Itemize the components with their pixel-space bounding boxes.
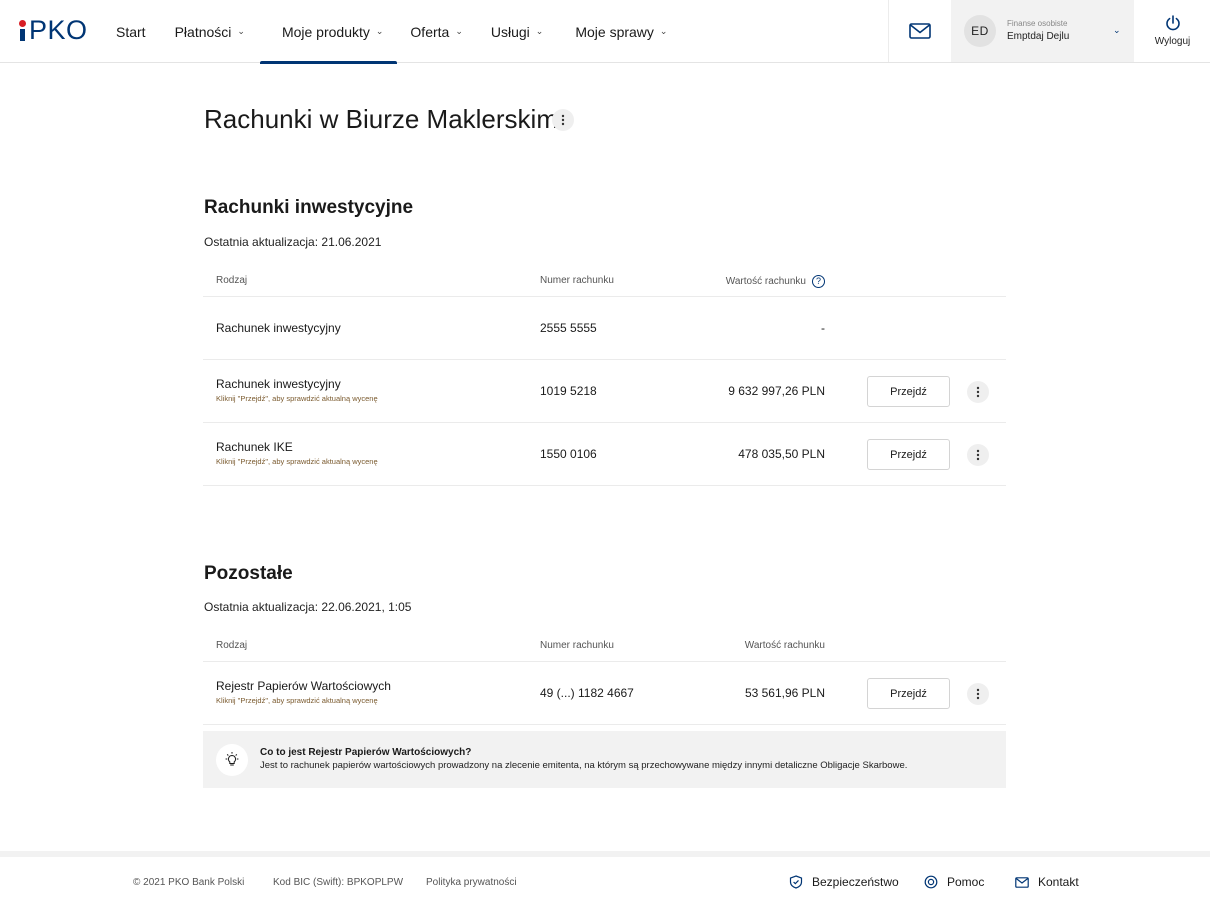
- info-text: Jest to rachunek papierów wartościowych …: [260, 760, 908, 771]
- lifebuoy-icon: [924, 875, 938, 889]
- investment-accounts-table: Rodzaj Numer rachunku Wartość rachunku ?…: [203, 267, 1006, 486]
- footer-help-label: Pomoc: [947, 875, 985, 889]
- chevron-down-icon: ⌄: [659, 26, 668, 36]
- nav-item-start[interactable]: Start: [101, 0, 161, 63]
- profile-context: Finanse osobiste: [1007, 19, 1068, 28]
- account-hint: Kliknij "Przejdź", aby sprawdzić aktualn…: [216, 696, 378, 705]
- power-icon: [1165, 15, 1180, 31]
- row-more-button[interactable]: [967, 381, 989, 403]
- column-header-number: Numer rachunku: [540, 640, 614, 651]
- more-vertical-icon: [561, 114, 565, 126]
- account-number: 2555 5555: [540, 321, 597, 335]
- account-hint: Kliknij "Przejdź", aby sprawdzić aktualn…: [216, 457, 378, 466]
- logout-button[interactable]: Wyloguj: [1135, 0, 1210, 62]
- avatar: ED: [964, 15, 996, 47]
- nav-item-label: Usługi: [490, 23, 530, 40]
- top-bar: PKO Start Płatności ⌄ Moje produkty ⌄ Of…: [0, 0, 1210, 64]
- logout-label: Wyloguj: [1154, 36, 1191, 47]
- footer-bic: Kod BIC (Swift): BPKOPLPW: [273, 877, 404, 888]
- footer-security-link[interactable]: Bezpieczeństwo: [789, 875, 899, 889]
- column-header-value-label: Wartość rachunku: [725, 276, 806, 287]
- column-header-value: Wartość rachunku: [744, 640, 825, 651]
- nav-item-label: Start: [116, 23, 146, 40]
- go-button[interactable]: Przejdź: [867, 376, 950, 407]
- nav-item-label: Oferta: [410, 23, 450, 40]
- messages-button[interactable]: [888, 0, 950, 62]
- page-title: Rachunki w Biurze Maklerskim: [204, 104, 558, 134]
- table-row: Rachunek IKE Kliknij "Przejdź", aby spra…: [203, 423, 1006, 486]
- footer-contact-label: Kontakt: [1038, 875, 1079, 889]
- footer-security-label: Bezpieczeństwo: [812, 875, 899, 889]
- chevron-down-icon: ⌄: [535, 26, 544, 36]
- section-last-update: Ostatnia aktualizacja: 21.06.2021: [204, 235, 382, 249]
- account-name: Rachunek inwestycyjny: [216, 321, 341, 335]
- account-name: Rejestr Papierów Wartościowych: [216, 679, 391, 693]
- footer-privacy-link[interactable]: Polityka prywatności: [426, 877, 517, 888]
- page-more-button[interactable]: [552, 109, 574, 131]
- account-name: Rachunek IKE: [216, 440, 293, 454]
- table-header: Rodzaj Numer rachunku Wartość rachunku ?: [203, 267, 1006, 297]
- nav-item-platnosci[interactable]: Płatności ⌄: [161, 0, 260, 63]
- account-number: 1019 5218: [540, 384, 597, 398]
- section-last-update: Ostatnia aktualizacja: 22.06.2021, 1:05: [204, 600, 412, 614]
- column-header-type: Rodzaj: [216, 275, 248, 286]
- footer-copyright: © 2021 PKO Bank Polski: [133, 877, 245, 888]
- pko-logo[interactable]: PKO: [19, 16, 88, 44]
- chevron-down-icon: ⌄: [375, 26, 384, 36]
- column-header-number: Numer rachunku: [540, 275, 614, 286]
- help-icon[interactable]: ?: [812, 275, 825, 288]
- go-button[interactable]: Przejdź: [867, 678, 950, 709]
- account-value: 478 035,50 PLN: [738, 447, 825, 461]
- logo-text: PKO: [29, 14, 88, 45]
- nav-item-moje-sprawy[interactable]: Moje sprawy ⌄: [558, 0, 682, 63]
- chevron-down-icon: ⌄: [237, 26, 245, 36]
- section-title-investment: Rachunki inwestycyjne: [204, 197, 414, 218]
- account-value: 9 632 997,26 PLN: [728, 384, 825, 398]
- nav-item-oferta[interactable]: Oferta ⌄: [397, 0, 477, 63]
- table-row: Rachunek inwestycyjny Kliknij "Przejdź",…: [203, 360, 1006, 423]
- nav-item-moje-produkty[interactable]: Moje produkty ⌄: [259, 0, 398, 64]
- lightbulb-icon: [225, 752, 239, 766]
- table-header: Rodzaj Numer rachunku Wartość rachunku: [203, 632, 1006, 662]
- account-number: 1550 0106: [540, 447, 597, 461]
- nav-item-label: Moje produkty: [281, 23, 370, 40]
- main-nav: Start Płatności ⌄ Moje produkty ⌄ Oferta…: [101, 0, 682, 64]
- footer-contact-link[interactable]: Kontakt: [1015, 875, 1079, 889]
- chevron-down-icon: ⌄: [1113, 25, 1121, 35]
- info-icon-wrap: [216, 744, 248, 776]
- account-value: 53 561,96 PLN: [744, 686, 825, 700]
- table-row: Rejestr Papierów Wartościowych Kliknij "…: [203, 662, 1006, 725]
- other-accounts-table: Rodzaj Numer rachunku Wartość rachunku R…: [203, 632, 1006, 725]
- info-box: Co to jest Rejestr Papierów Wartościowyc…: [203, 731, 1006, 788]
- row-more-button[interactable]: [967, 444, 989, 466]
- envelope-icon: [1015, 876, 1029, 888]
- more-vertical-icon: [976, 688, 980, 700]
- column-header-value: Wartość rachunku ?: [726, 275, 825, 288]
- account-hint: Kliknij "Przejdź", aby sprawdzić aktualn…: [216, 394, 378, 403]
- shield-icon: [789, 875, 803, 889]
- column-header-type: Rodzaj: [216, 640, 248, 651]
- account-value: -: [821, 321, 825, 335]
- table-row: Rachunek inwestycyjny 2555 5555 -: [203, 297, 1006, 360]
- footer: © 2021 PKO Bank Polski Kod BIC (Swift): …: [0, 851, 1210, 908]
- profile-name: Emptdaj Dejlu: [1007, 31, 1070, 42]
- more-vertical-icon: [976, 449, 980, 461]
- nav-item-label: Moje sprawy: [575, 23, 654, 40]
- chevron-down-icon: ⌄: [455, 26, 463, 36]
- section-title-other: Pozostałe: [204, 563, 293, 584]
- account-name: Rachunek inwestycyjny: [216, 377, 341, 391]
- envelope-icon: [908, 23, 931, 39]
- nav-item-label: Płatności: [174, 23, 232, 40]
- footer-help-link[interactable]: Pomoc: [924, 875, 984, 889]
- info-title: Co to jest Rejestr Papierów Wartościowyc…: [260, 747, 472, 758]
- logo-mark-icon: [19, 20, 27, 41]
- nav-item-uslugi[interactable]: Usługi ⌄: [478, 0, 558, 63]
- more-vertical-icon: [976, 386, 980, 398]
- go-button[interactable]: Przejdź: [867, 439, 950, 470]
- row-more-button[interactable]: [967, 683, 989, 705]
- account-number: 49 (...) 1182 4667: [540, 686, 634, 700]
- profile-switcher[interactable]: ED Finanse osobiste Emptdaj Dejlu ⌄: [951, 0, 1134, 62]
